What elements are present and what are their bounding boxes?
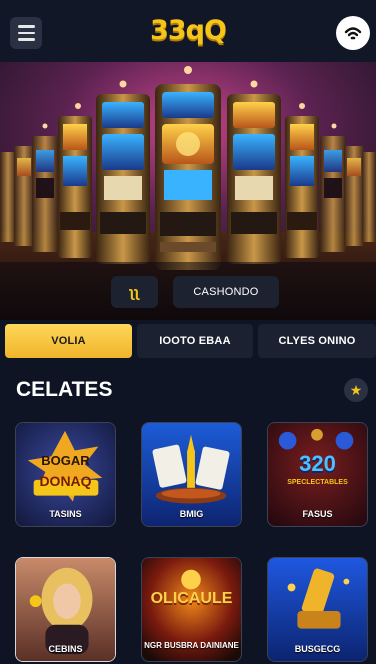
game-art-subtitle: DONAQ bbox=[39, 473, 92, 489]
game-card[interactable]: BOGAR DONAQ TASINS bbox=[15, 422, 116, 527]
app-logo[interactable]: 33qQ bbox=[0, 15, 376, 46]
star-icon[interactable]: ★ bbox=[344, 378, 368, 402]
game-card[interactable]: BMIG bbox=[141, 422, 242, 527]
game-label: FASUS bbox=[302, 509, 333, 519]
game-card[interactable]: OLICAULE NGR BUSBRA DAINIANE bbox=[141, 557, 242, 662]
game-label: NGR BUSBRA DAINIANE bbox=[144, 641, 239, 650]
game-label: TASINS bbox=[49, 509, 82, 519]
game-card[interactable]: CEBINS bbox=[15, 557, 116, 662]
game-card[interactable]: BUSGECG bbox=[267, 557, 368, 662]
game-art-subtitle: SPECLECTABLES bbox=[287, 479, 348, 486]
cashondo-button[interactable]: CASHONDO bbox=[173, 276, 279, 308]
game-label: BUSGECG bbox=[294, 644, 341, 654]
game-art-title: 320 bbox=[299, 451, 336, 476]
game-label: BMIG bbox=[179, 509, 204, 519]
tab-iooto-ebaa[interactable]: IOOTO EBAA bbox=[137, 324, 253, 358]
game-art-title: OLICAULE bbox=[150, 590, 233, 607]
wifi-signal-icon[interactable] bbox=[336, 16, 370, 50]
hero-icon-button[interactable]: ʅʅ bbox=[111, 276, 158, 308]
game-card[interactable]: 320 SPECLECTABLES FASUS bbox=[267, 422, 368, 527]
top-bar: 33qQ bbox=[0, 0, 376, 62]
category-tabs: VOLIA IOOTO EBAA CLYES ONINO bbox=[0, 320, 376, 364]
game-art-title: BOGAR bbox=[41, 453, 90, 468]
tab-clyes-onino[interactable]: CLYES ONINO bbox=[258, 324, 376, 358]
game-label: CEBINS bbox=[48, 644, 83, 654]
section-title: CELATES bbox=[16, 378, 113, 401]
tab-volia[interactable]: VOLIA bbox=[5, 324, 132, 358]
